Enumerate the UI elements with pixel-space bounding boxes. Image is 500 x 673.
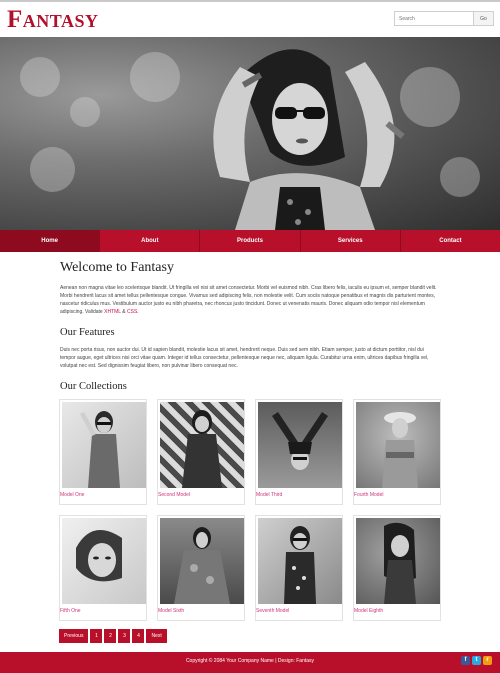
pager-page-3[interactable]: 3 xyxy=(118,629,131,643)
social-links: f t r xyxy=(461,656,492,665)
nav-about[interactable]: About xyxy=(100,230,201,252)
collection-card[interactable]: Fourth Model xyxy=(353,399,441,505)
search-go-button[interactable]: Go xyxy=(474,11,494,26)
collections-title: Our Collections xyxy=(60,381,127,392)
pager-page-4[interactable]: 4 xyxy=(132,629,145,643)
collection-caption[interactable]: Fifth One xyxy=(60,608,81,614)
features-title: Our Features xyxy=(60,327,115,338)
collection-caption[interactable]: Model Third xyxy=(256,492,282,498)
hero-model-photo xyxy=(213,49,405,230)
rss-icon[interactable]: r xyxy=(483,656,492,665)
pager-previous[interactable]: Previous xyxy=(59,629,89,643)
collection-card[interactable]: Fifth One xyxy=(59,515,147,621)
collection-card[interactable]: Second Model xyxy=(157,399,245,505)
collection-caption[interactable]: Fourth Model xyxy=(354,492,383,498)
validate-end: . xyxy=(137,309,139,315)
collection-card[interactable]: Model Third xyxy=(255,399,343,505)
model-photo[interactable] xyxy=(258,518,342,604)
site-header: Fantasy Go xyxy=(0,0,500,37)
collection-card[interactable]: Model One xyxy=(59,399,147,505)
model-photo[interactable] xyxy=(160,518,244,604)
collection-card[interactable]: Model Eighth xyxy=(353,515,441,621)
css-link[interactable]: CSS xyxy=(127,309,137,315)
nav-home[interactable]: Home xyxy=(0,230,101,252)
search-input[interactable] xyxy=(394,11,474,26)
collection-caption[interactable]: Model Sixth xyxy=(158,608,184,614)
welcome-title: Welcome to Fantasy xyxy=(60,260,174,275)
pager-page-1[interactable]: 1 xyxy=(90,629,103,643)
main-nav: Home About Products Services Contact xyxy=(0,230,500,252)
nav-products[interactable]: Products xyxy=(200,230,301,252)
model-photo[interactable] xyxy=(62,402,146,488)
search-form: Go xyxy=(394,11,494,26)
collection-caption[interactable]: Model One xyxy=(60,492,84,498)
collection-card[interactable]: Seventh Model xyxy=(255,515,343,621)
hero-banner xyxy=(0,37,500,230)
validate-amp: & xyxy=(122,309,126,315)
features-paragraph: Duis nec porta risus, non auctor dui. Ut… xyxy=(60,347,429,369)
xhtml-link[interactable]: XHTML xyxy=(104,309,121,315)
collection-card[interactable]: Model Sixth xyxy=(157,515,245,621)
collection-caption[interactable]: Second Model xyxy=(158,492,190,498)
facebook-icon[interactable]: f xyxy=(461,656,470,665)
nav-contact[interactable]: Contact xyxy=(401,230,500,252)
footer-copyright: Copyright © 2084 Your Company Name | Des… xyxy=(185,658,315,664)
collection-caption[interactable]: Seventh Model xyxy=(256,608,289,614)
pagination: Previous 1 2 3 4 Next xyxy=(59,629,167,643)
pager-next[interactable]: Next xyxy=(146,629,167,643)
model-photo[interactable] xyxy=(356,518,440,604)
welcome-paragraph: Aenean non magna vitae leo scelerisque b… xyxy=(60,284,440,316)
model-photo[interactable] xyxy=(356,402,440,488)
main-content: Welcome to Fantasy Aenean non magna vita… xyxy=(60,252,440,392)
nav-services[interactable]: Services xyxy=(301,230,401,252)
pager-page-2[interactable]: 2 xyxy=(104,629,117,643)
twitter-icon[interactable]: t xyxy=(472,656,481,665)
model-photo[interactable] xyxy=(258,402,342,488)
site-logo[interactable]: Fantasy xyxy=(7,6,98,34)
model-photo[interactable] xyxy=(62,518,146,604)
collection-caption[interactable]: Model Eighth xyxy=(354,608,383,614)
site-footer: Copyright © 2084 Your Company Name | Des… xyxy=(0,652,500,673)
model-photo[interactable] xyxy=(160,402,244,488)
